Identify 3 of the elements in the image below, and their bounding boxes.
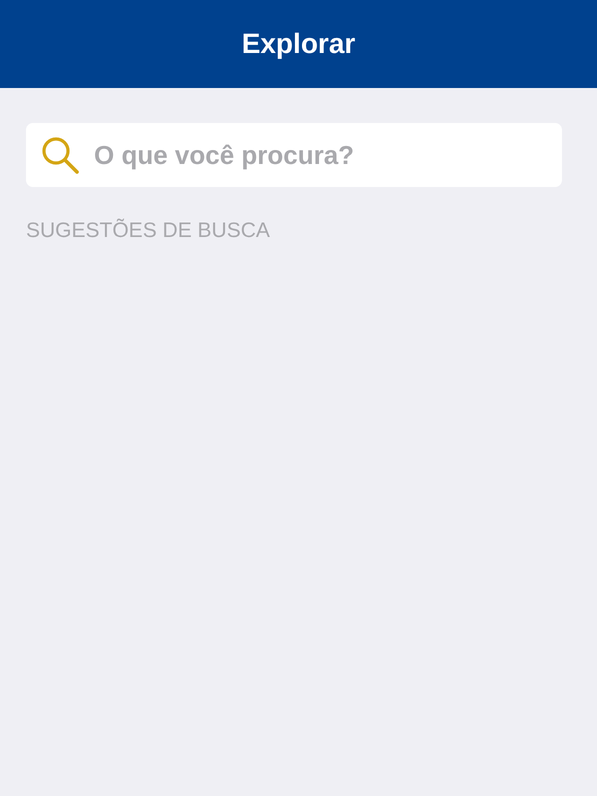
search-field[interactable]: O que você procura? [26,123,562,187]
section-heading: SUGESTÕES DE BUSCA [26,219,271,243]
page-title: Explorar [242,28,356,60]
